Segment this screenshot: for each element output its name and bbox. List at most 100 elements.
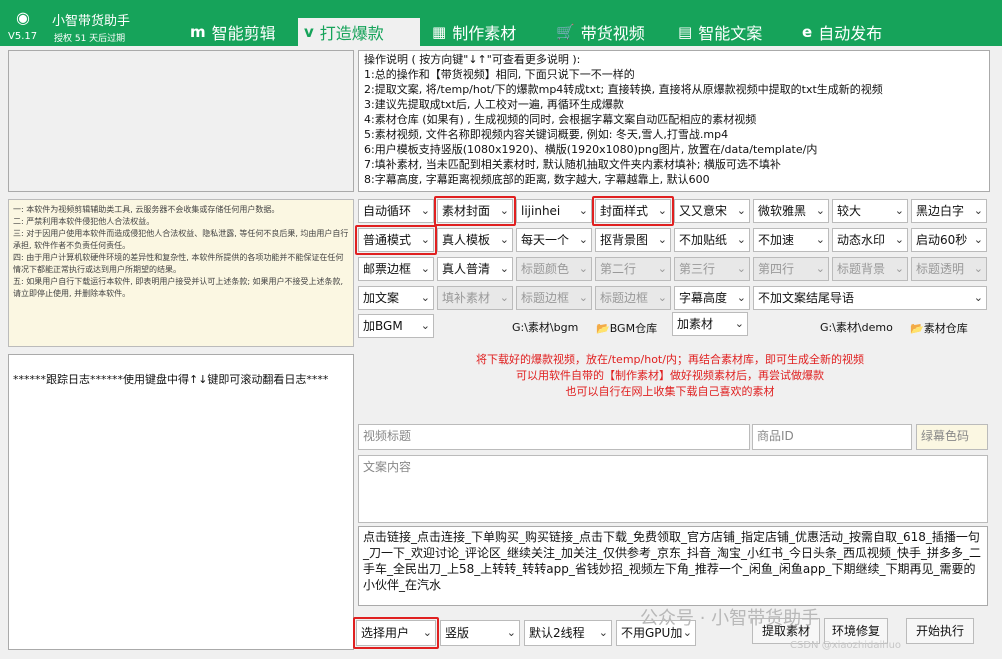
dropdown-value: 标题边框	[521, 291, 570, 305]
tab-auto-publish[interactable]: e 自动发布	[796, 18, 912, 46]
highlight-box	[592, 196, 674, 226]
document-icon: ▤	[678, 23, 693, 41]
grid-icon: ▦	[432, 23, 447, 41]
video-title-field[interactable]: 视频标题	[358, 424, 750, 450]
dropdown-value: 不加文案结尾导语	[758, 291, 855, 305]
start-button[interactable]: 开始执行	[906, 618, 974, 644]
hot-video-icon: v	[304, 23, 314, 41]
chevron-down-icon: ⌄	[657, 291, 667, 304]
tab-sales-video[interactable]: 🛒 带货视频	[550, 18, 666, 46]
chevron-down-icon: ⌄	[657, 233, 667, 246]
chevron-down-icon: ⌄	[598, 626, 608, 639]
bgm-path[interactable]: G:\素材\bgm	[512, 319, 578, 335]
material-path[interactable]: G:\素材\demo	[820, 319, 893, 335]
green-color-field[interactable]: 绿幕色码	[916, 424, 988, 450]
row3-dropdown-1[interactable]: 真人普清 ⌄	[437, 257, 513, 281]
chevron-down-icon: ⌄	[815, 204, 825, 217]
chevron-down-icon: ⌄	[420, 262, 430, 275]
row1-dropdown-5[interactable]: 微软雅黑 ⌄	[753, 199, 829, 223]
content-field[interactable]: 文案内容	[358, 455, 988, 523]
dropdown-value: 字幕高度	[679, 291, 728, 305]
row2-dropdown-2[interactable]: 每天一个 ⌄	[516, 228, 592, 252]
bgm-library-button[interactable]: 📂BGM仓库	[596, 320, 657, 336]
dropdown-value: 启动60秒	[916, 233, 968, 247]
threads-value: 默认2线程	[529, 626, 585, 640]
chevron-down-icon: ⌄	[894, 262, 904, 275]
row2-dropdown-6[interactable]: 动态水印 ⌄	[832, 228, 908, 252]
dropdown-value: 动态水印	[837, 233, 886, 247]
orientation-dropdown[interactable]: 竖版 ⌄	[440, 620, 520, 646]
row2-dropdown-5[interactable]: 不加速 ⌄	[753, 228, 829, 252]
license-status: 授权 51 天后过期	[54, 34, 126, 44]
dropdown-value: 又又意宋	[679, 204, 728, 218]
keywords-textarea[interactable]: 点击链接_点击连接_下单购买_购买链接_点击下载_免费领取_官方店铺_指定店铺_…	[358, 526, 988, 606]
chevron-down-icon: ⌄	[973, 233, 983, 246]
robot-icon: ◉	[16, 8, 30, 27]
row3-dropdown-6[interactable]: 标题背景 ⌄	[832, 257, 908, 281]
row4-dropdown-3[interactable]: 标题边框 ⌄	[595, 286, 671, 310]
product-id-field[interactable]: 商品ID	[752, 424, 912, 450]
chevron-down-icon: ⌄	[420, 291, 430, 304]
chevron-down-icon: ⌄	[499, 262, 509, 275]
tab-label: 带货视频	[580, 24, 645, 43]
row1-dropdown-6[interactable]: 较大 ⌄	[832, 199, 908, 223]
chevron-down-icon: ⌄	[973, 204, 983, 217]
row4-dropdown-2[interactable]: 标题边框 ⌄	[516, 286, 592, 310]
highlight-box	[355, 225, 437, 255]
row3-dropdown-7[interactable]: 标题透明 ⌄	[911, 257, 987, 281]
chevron-down-icon: ⌄	[578, 291, 588, 304]
chevron-down-icon: ⌄	[973, 262, 983, 275]
dropdown-value: 较大	[837, 204, 862, 218]
chevron-down-icon: ⌄	[499, 233, 509, 246]
chevron-down-icon: ⌄	[578, 262, 588, 275]
row1-dropdown-4[interactable]: 又又意宋 ⌄	[674, 199, 750, 223]
log-panel[interactable]: ******跟踪日志******使用键盘中得↑↓键即可滚动翻看日志****	[8, 354, 354, 650]
tab-label: 打造爆款	[319, 24, 384, 43]
chevron-down-icon: ⌄	[815, 262, 825, 275]
tab-smart-copy[interactable]: ▤ 智能文案	[672, 18, 788, 46]
row2-dropdown-1[interactable]: 真人模板 ⌄	[437, 228, 513, 252]
dropdown-value: 真人普清	[442, 262, 491, 276]
dropdown-value: 抠背景图	[600, 233, 649, 247]
watermark: 公众号 · 小智带货助手	[640, 608, 820, 629]
row2-dropdown-3[interactable]: 抠背景图 ⌄	[595, 228, 671, 252]
row4-dropdown-4[interactable]: 字幕高度 ⌄	[674, 286, 750, 310]
material-select[interactable]: 加素材 ⌄	[672, 312, 748, 336]
orientation-value: 竖版	[445, 626, 470, 640]
instructions-panel[interactable]: 操作说明 ( 按方向键"↓↑"可查看更多说明 ): 1:总的操作和【带货视频】相…	[358, 50, 990, 192]
tab-smart-edit[interactable]: m 智能剪辑	[184, 18, 294, 46]
row4-dropdown-5[interactable]: 不加文案结尾导语 ⌄	[753, 286, 987, 310]
threads-dropdown[interactable]: 默认2线程 ⌄	[524, 620, 612, 646]
row4-dropdown-0[interactable]: 加文案 ⌄	[358, 286, 434, 310]
row4-dropdown-1[interactable]: 填补素材 ⌄	[437, 286, 513, 310]
row1-dropdown-2[interactable]: lijinhei ⌄	[516, 199, 592, 223]
tab-label: 智能剪辑	[211, 24, 276, 43]
material-select-value: 加素材	[677, 317, 714, 331]
row1-dropdown-0[interactable]: 自动循环 ⌄	[358, 199, 434, 223]
tab-hot-video[interactable]: v 打造爆款	[298, 18, 420, 46]
row3-dropdown-4[interactable]: 第三行 ⌄	[674, 257, 750, 281]
dropdown-value: 真人模板	[442, 233, 491, 247]
row3-dropdown-0[interactable]: 邮票边框 ⌄	[358, 257, 434, 281]
app-version: V5.17	[8, 31, 38, 42]
row3-dropdown-5[interactable]: 第四行 ⌄	[753, 257, 829, 281]
dropdown-value: 自动循环	[363, 204, 412, 218]
chevron-down-icon: ⌄	[736, 291, 746, 304]
disclaimer-notice: 一: 本软件为视频剪辑辅助类工具, 云服务器不会收集或存储任何用户数据。 二: …	[8, 199, 354, 347]
row3-dropdown-2[interactable]: 标题颜色 ⌄	[516, 257, 592, 281]
folder-icon: 📂	[910, 322, 924, 335]
dropdown-value: 微软雅黑	[758, 204, 807, 218]
tab-make-material[interactable]: ▦ 制作素材	[426, 18, 542, 46]
hint-line-2: 可以用软件自带的【制作素材】做好视频素材后，再尝试做爆款	[516, 369, 824, 382]
dropdown-value: 每天一个	[521, 233, 570, 247]
tab-label: 制作素材	[452, 24, 517, 43]
row3-dropdown-3[interactable]: 第二行 ⌄	[595, 257, 671, 281]
material-library-button[interactable]: 📂素材仓库	[910, 320, 968, 336]
chevron-down-icon: ⌄	[578, 233, 588, 246]
row2-dropdown-7[interactable]: 启动60秒 ⌄	[911, 228, 987, 252]
log-text: ******跟踪日志******使用键盘中得↑↓键即可滚动翻看日志****	[13, 373, 329, 386]
bgm-select[interactable]: 加BGM ⌄	[358, 314, 434, 338]
row1-dropdown-7[interactable]: 黑边白字 ⌄	[911, 199, 987, 223]
smart-edit-icon: m	[190, 23, 206, 41]
row2-dropdown-4[interactable]: 不加贴纸 ⌄	[674, 228, 750, 252]
